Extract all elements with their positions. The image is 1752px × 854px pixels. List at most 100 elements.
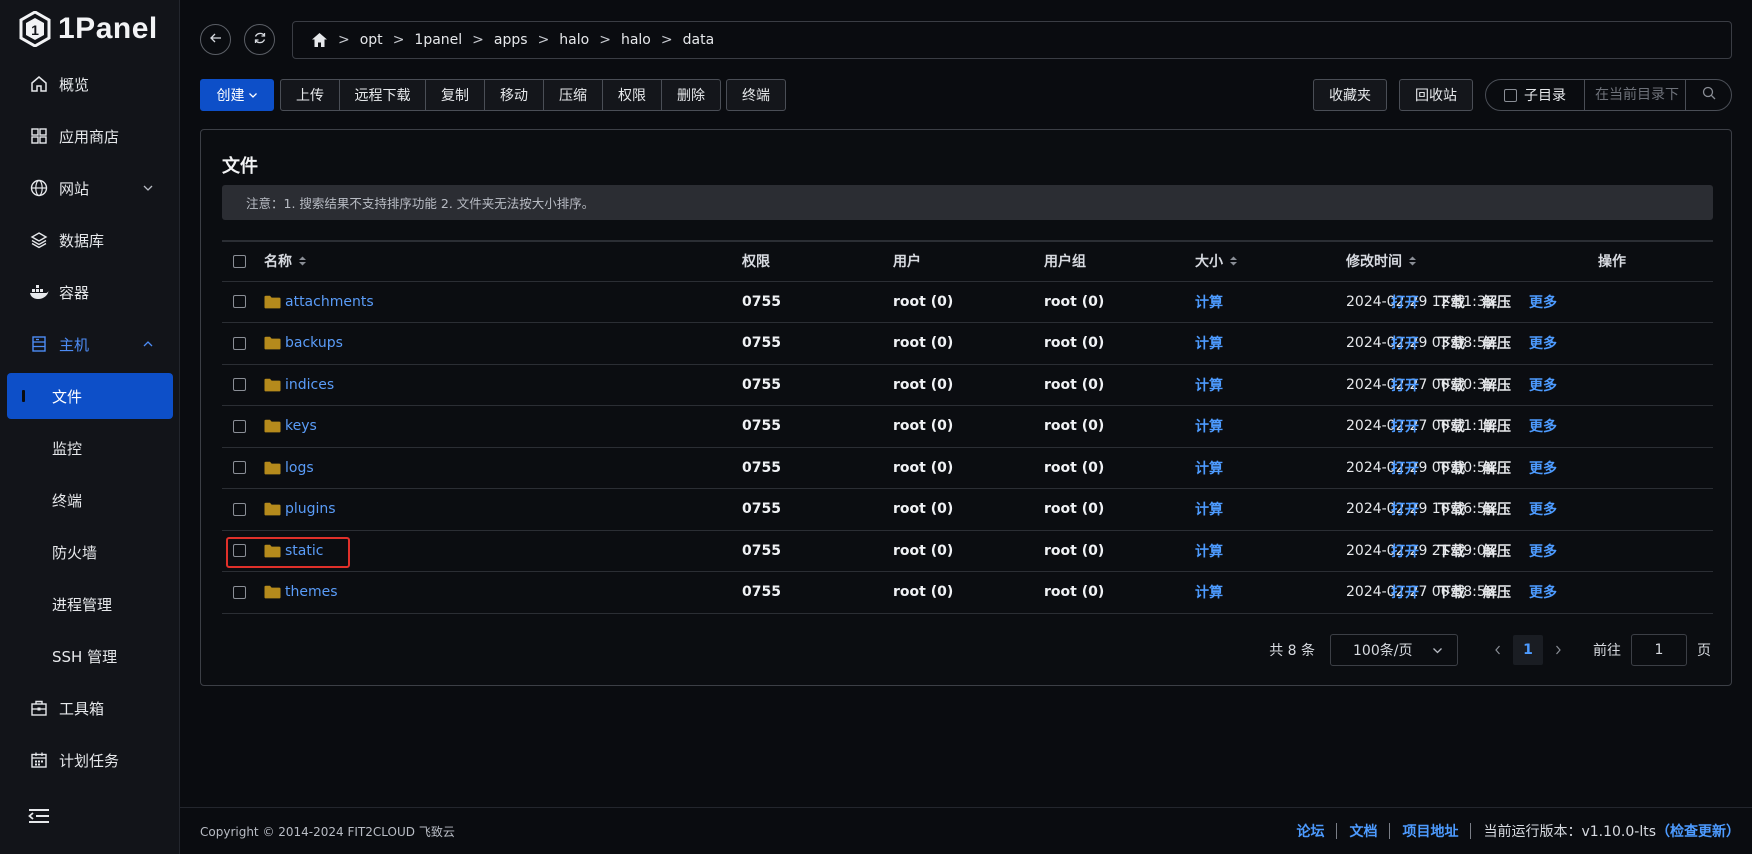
user-value[interactable]: root (0) <box>893 448 953 489</box>
download-button[interactable]: 下载 <box>1437 292 1465 312</box>
user-value[interactable]: root (0) <box>893 489 953 530</box>
docs-link[interactable]: 文档 <box>1349 821 1377 841</box>
search-button[interactable] <box>1685 80 1731 110</box>
table-row[interactable]: keys 0755 root (0) root (0) 计算 2024-02-27 00:… <box>222 406 1713 448</box>
file-name-link[interactable]: indices <box>285 377 334 393</box>
user-value[interactable]: root (0) <box>893 282 953 323</box>
decompress-button[interactable]: 解压 <box>1483 582 1511 602</box>
calculate-size-button[interactable]: 计算 <box>1195 375 1223 395</box>
column-name[interactable]: 名称 <box>264 242 307 281</box>
more-button[interactable]: 更多 <box>1529 375 1557 395</box>
breadcrumb-item[interactable]: data <box>683 32 715 48</box>
collapse-menu-button[interactable] <box>28 808 50 828</box>
calculate-size-button[interactable]: 计算 <box>1195 292 1223 312</box>
table-row[interactable]: indices 0755 root (0) root (0) 计算 2024-02-27 … <box>222 365 1713 406</box>
select-all-checkbox[interactable] <box>233 254 246 268</box>
more-button[interactable]: 更多 <box>1529 541 1557 561</box>
check-update-link[interactable]: （检查更新） <box>1656 821 1740 841</box>
row-checkbox[interactable] <box>233 336 246 350</box>
more-button[interactable]: 更多 <box>1529 416 1557 436</box>
group-value[interactable]: root (0) <box>1044 448 1104 489</box>
more-button[interactable]: 更多 <box>1529 582 1557 602</box>
more-button[interactable]: 更多 <box>1529 292 1557 312</box>
decompress-button[interactable]: 解压 <box>1483 499 1511 519</box>
group-value[interactable]: root (0) <box>1044 282 1104 323</box>
row-checkbox[interactable] <box>233 378 246 392</box>
search-input[interactable] <box>1585 80 1685 110</box>
file-name-link[interactable]: logs <box>285 460 314 476</box>
subdir-checkbox[interactable]: 子目录 <box>1486 80 1585 110</box>
terminal-button[interactable]: 终端 <box>726 79 786 111</box>
file-name-link[interactable]: static <box>285 543 323 559</box>
table-row[interactable]: plugins 0755 root (0) root (0) 计算 2024-02-29 … <box>222 489 1713 531</box>
table-row[interactable]: logs 0755 root (0) root (0) 计算 2024-02-29 00:… <box>222 448 1713 489</box>
download-button[interactable]: 下载 <box>1437 582 1465 602</box>
page-number[interactable]: 1 <box>1513 635 1543 665</box>
permission-value[interactable]: 0755 <box>742 323 781 364</box>
file-name-link[interactable]: attachments <box>285 294 374 310</box>
breadcrumb-item[interactable]: apps <box>494 32 528 48</box>
row-checkbox[interactable] <box>233 585 246 599</box>
upload-button[interactable]: 上传 <box>280 79 340 111</box>
sidebar-item-monitor[interactable]: 监控 <box>0 422 180 474</box>
goto-page-input[interactable] <box>1631 634 1687 666</box>
forum-link[interactable]: 论坛 <box>1296 821 1324 841</box>
table-row[interactable]: attachments 0755 root (0) root (0) 计算 2024-02… <box>222 282 1713 323</box>
open-button[interactable]: 打开 <box>1391 458 1419 478</box>
open-button[interactable]: 打开 <box>1391 416 1419 436</box>
download-button[interactable]: 下载 <box>1437 375 1465 395</box>
table-row[interactable]: static 0755 root (0) root (0) 计算 2024-02-29 2… <box>222 531 1713 572</box>
user-value[interactable]: root (0) <box>893 572 953 613</box>
download-button[interactable]: 下载 <box>1437 416 1465 436</box>
checkbox[interactable] <box>1504 88 1517 102</box>
breadcrumb-item[interactable]: opt <box>360 32 383 48</box>
sidebar-item-container[interactable]: 容器 <box>0 266 180 318</box>
group-value[interactable]: root (0) <box>1044 323 1104 364</box>
calculate-size-button[interactable]: 计算 <box>1195 541 1223 561</box>
create-button[interactable]: 创建 <box>200 79 274 111</box>
permission-value[interactable]: 0755 <box>742 282 781 323</box>
calculate-size-button[interactable]: 计算 <box>1195 499 1223 519</box>
table-row[interactable]: backups 0755 root (0) root (0) 计算 2024-02-29 … <box>222 323 1713 365</box>
download-button[interactable]: 下载 <box>1437 333 1465 353</box>
group-value[interactable]: root (0) <box>1044 531 1104 572</box>
permission-value[interactable]: 0755 <box>742 572 781 613</box>
open-button[interactable]: 打开 <box>1391 541 1419 561</box>
more-button[interactable]: 更多 <box>1529 499 1557 519</box>
file-name-link[interactable]: keys <box>285 418 317 434</box>
sidebar-item-ssh[interactable]: SSH 管理 <box>0 630 180 682</box>
sidebar-item-terminal[interactable]: 终端 <box>0 474 180 526</box>
user-value[interactable]: root (0) <box>893 365 953 406</box>
sidebar-item-database[interactable]: 数据库 <box>0 214 180 266</box>
next-page-button[interactable] <box>1543 635 1573 665</box>
open-button[interactable]: 打开 <box>1391 333 1419 353</box>
sidebar-item-process[interactable]: 进程管理 <box>0 578 180 630</box>
breadcrumb-item[interactable]: halo <box>559 32 589 48</box>
user-value[interactable]: root (0) <box>893 531 953 572</box>
decompress-button[interactable]: 解压 <box>1483 375 1511 395</box>
back-button[interactable] <box>200 24 231 55</box>
project-link[interactable]: 项目地址 <box>1402 821 1458 841</box>
file-name-link[interactable]: plugins <box>285 501 336 517</box>
decompress-button[interactable]: 解压 <box>1483 292 1511 312</box>
delete-button[interactable]: 删除 <box>661 79 721 111</box>
remote-download-button[interactable]: 远程下载 <box>339 79 426 111</box>
permission-value[interactable]: 0755 <box>742 406 781 447</box>
sidebar-item-overview[interactable]: 概览 <box>0 58 180 110</box>
copy-button[interactable]: 复制 <box>425 79 485 111</box>
decompress-button[interactable]: 解压 <box>1483 416 1511 436</box>
calculate-size-button[interactable]: 计算 <box>1195 582 1223 602</box>
sidebar-item-files[interactable]: 文件 <box>7 373 173 419</box>
permission-value[interactable]: 0755 <box>742 365 781 406</box>
group-value[interactable]: root (0) <box>1044 489 1104 530</box>
open-button[interactable]: 打开 <box>1391 582 1419 602</box>
sidebar-item-firewall[interactable]: 防火墙 <box>0 526 180 578</box>
group-value[interactable]: root (0) <box>1044 572 1104 613</box>
breadcrumb-item[interactable]: halo <box>621 32 651 48</box>
sidebar-item-website[interactable]: 网站 <box>0 162 180 214</box>
sidebar-item-toolbox[interactable]: 工具箱 <box>0 682 180 734</box>
refresh-button[interactable] <box>244 24 275 55</box>
calculate-size-button[interactable]: 计算 <box>1195 458 1223 478</box>
permission-value[interactable]: 0755 <box>742 448 781 489</box>
permission-button[interactable]: 权限 <box>602 79 662 111</box>
